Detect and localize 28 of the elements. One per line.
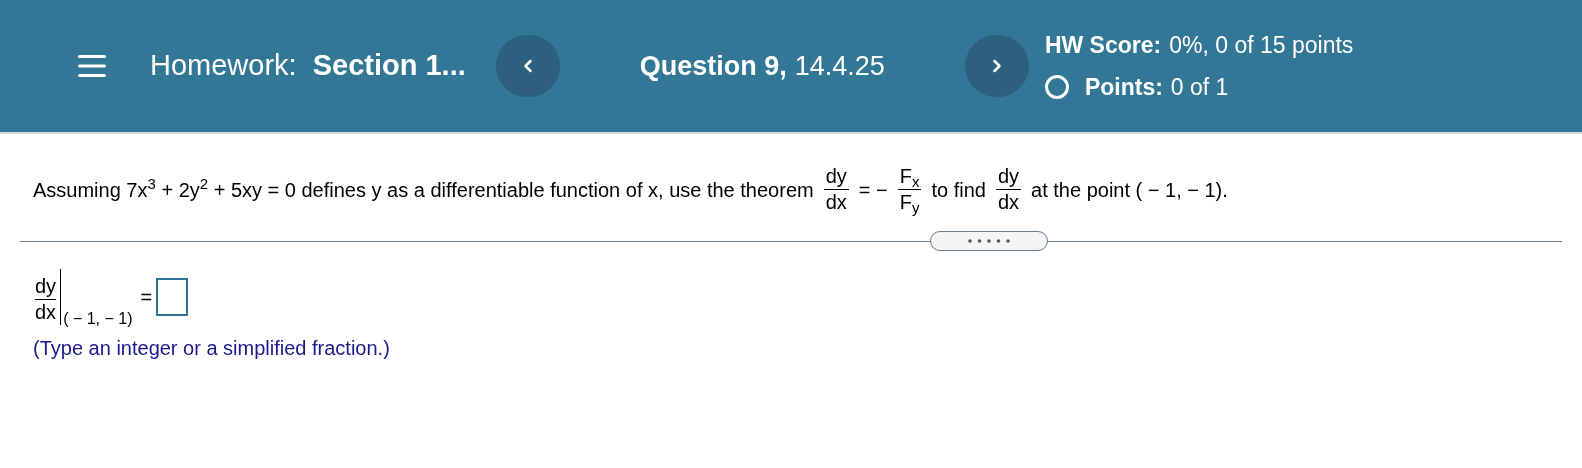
question-number: 14.4.25 bbox=[794, 49, 885, 83]
fraction-denominator: F$_{y}$ bbox=[898, 190, 921, 215]
circle-icon bbox=[1044, 75, 1069, 100]
hw-score-value: 0%, 0 of 15 points bbox=[1169, 30, 1354, 60]
points-label: Points: bbox=[1084, 73, 1163, 102]
menu-icon[interactable] bbox=[78, 54, 106, 78]
dots-icon bbox=[968, 239, 1010, 243]
question-text: = − bbox=[858, 177, 888, 203]
homework-title[interactable]: Section 1... bbox=[312, 44, 466, 88]
fraction-denominator: dx bbox=[35, 300, 57, 325]
question-text: Assuming 7x$^{3}$ + 2y$^{2}$ + 5xy = 0 defines y as a differentiable function of x, use the theorem bbox=[33, 174, 814, 203]
fraction-numerator: dy bbox=[824, 164, 848, 189]
fraction-denominator: dx bbox=[824, 190, 848, 215]
fraction-numerator: dy bbox=[35, 274, 57, 299]
question-text: to find bbox=[931, 177, 986, 203]
answer-field[interactable] bbox=[156, 278, 189, 316]
question-text: at the point ( − 1, − 1). bbox=[1031, 177, 1228, 203]
evaluation-point: ( − 1, − 1) bbox=[63, 309, 133, 329]
fraction-numerator: F$_{x}$ bbox=[898, 164, 921, 189]
homework-label: Homework: bbox=[150, 48, 297, 84]
fraction-denominator: dx bbox=[996, 190, 1021, 215]
points-value: 0 of 1 bbox=[1170, 73, 1229, 102]
question-label: Question 9, bbox=[639, 49, 787, 83]
answer-hint: (Type an integer or a simplified fraction.) bbox=[33, 336, 391, 361]
expand-button[interactable] bbox=[930, 231, 1048, 251]
hw-score-label: HW Score: bbox=[1044, 30, 1162, 60]
fraction-numerator: dy bbox=[996, 164, 1021, 189]
equals-sign: = bbox=[140, 285, 153, 310]
